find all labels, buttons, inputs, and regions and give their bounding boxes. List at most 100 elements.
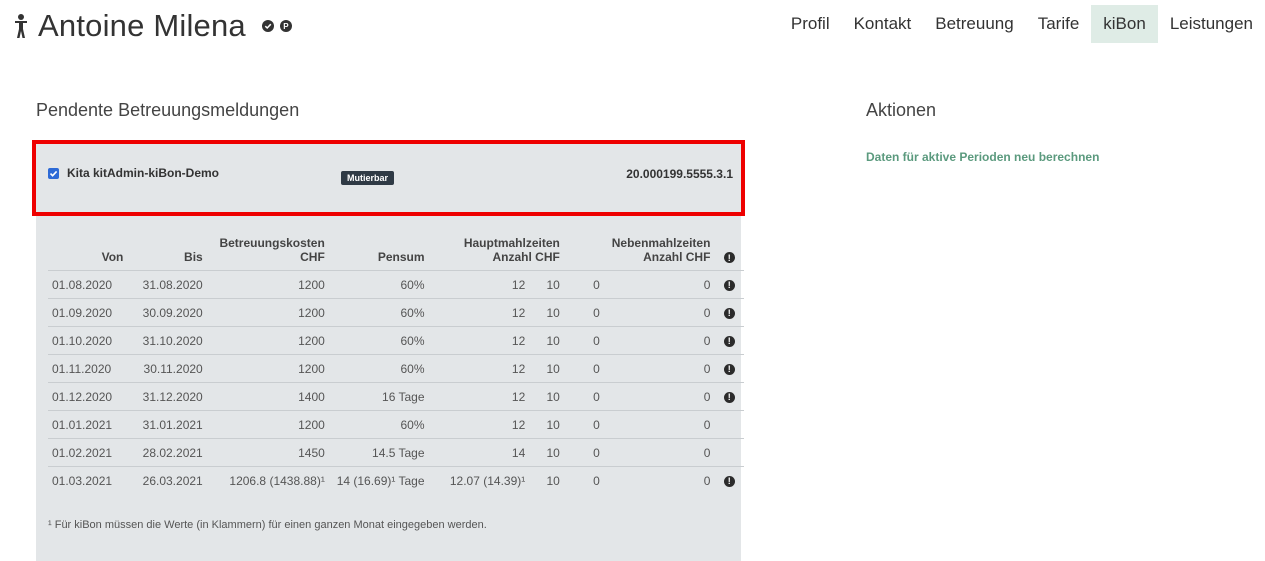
cell-von: 01.09.2020: [48, 298, 128, 327]
tab-profil[interactable]: Profil: [779, 5, 842, 43]
cell-von: 01.10.2020: [48, 326, 128, 355]
cell-von: 01.02.2021: [48, 438, 128, 467]
institution-checkbox[interactable]: [48, 167, 59, 179]
cell-bis: 31.10.2020: [127, 326, 207, 355]
main-nav: Profil Kontakt Betreuung Tarife kiBon Le…: [779, 5, 1265, 43]
check-circle-icon: [261, 20, 274, 32]
col-von: Von: [48, 236, 128, 271]
cell-pensum: 16 Tage: [328, 382, 429, 411]
table-row: 01.12.2020 31.12.2020 1400 16 Tage 12 10 0 0!: [48, 382, 744, 411]
cell-kosten: 1200: [206, 326, 329, 355]
cell-von: 01.11.2020: [48, 354, 128, 383]
cell-neben-anzahl: 0: [563, 438, 629, 467]
cell-bis: 26.03.2021: [127, 466, 207, 494]
cell-pensum: 60%: [328, 298, 429, 327]
info-icon[interactable]: !: [723, 391, 735, 403]
cell-neben-chf: 0: [628, 270, 715, 299]
cell-info: !: [714, 298, 744, 327]
info-icon[interactable]: !: [723, 475, 735, 487]
cell-bis: 30.09.2020: [127, 298, 207, 327]
table-row: 01.03.2021 26.03.2021 1206.8 (1438.88)¹ 14 …: [48, 466, 744, 494]
cell-kosten: 1400: [206, 382, 329, 411]
child-icon: [15, 14, 27, 38]
info-icon: !: [723, 252, 735, 264]
col-nebenmahlzeiten: Nebenmahlzeiten Anzahl CHF: [563, 236, 715, 271]
table-row: 01.02.2021 28.02.2021 1450 14.5 Tage 14 10 0 0: [48, 438, 744, 467]
cell-kosten: 1206.8 (1438.88)¹: [206, 466, 329, 494]
cell-bis: 31.01.2021: [127, 410, 207, 439]
cell-neben-anzahl: 0: [563, 298, 629, 327]
cell-haupt-chf: 10: [529, 354, 564, 383]
cell-haupt-anzahl: 12.07 (14.39)¹: [428, 466, 530, 494]
tab-tarife[interactable]: Tarife: [1026, 5, 1092, 43]
p-badge-icon: P: [279, 20, 292, 32]
cell-haupt-anzahl: 12: [428, 270, 530, 299]
cell-bis: 31.12.2020: [127, 382, 207, 411]
table-header-row: Von Bis Betreuungskosten CHF Pensum Haup…: [48, 236, 744, 271]
cell-neben-anzahl: 0: [563, 354, 629, 383]
cell-kosten: 1200: [206, 354, 329, 383]
col-kosten-unit: CHF: [300, 250, 325, 264]
cell-von: 01.03.2021: [48, 466, 128, 494]
tab-kontakt[interactable]: Kontakt: [842, 5, 924, 43]
cell-neben-anzahl: 0: [563, 382, 629, 411]
cell-pensum: 60%: [328, 270, 429, 299]
cell-bis: 31.08.2020: [127, 270, 207, 299]
cell-haupt-chf: 10: [529, 382, 564, 411]
col-haupt-label: Hauptmahlzeiten: [463, 236, 560, 250]
cell-kosten: 1200: [206, 270, 329, 299]
col-pensum: Pensum: [328, 236, 429, 271]
col-neben-unit: Anzahl CHF: [643, 250, 711, 264]
col-hauptmahlzeiten: Hauptmahlzeiten Anzahl CHF: [428, 236, 564, 271]
cell-von: 01.12.2020: [48, 382, 128, 411]
page-header: Antoine Milena P Profil Kontakt Betreuun…: [0, 0, 1265, 52]
cell-kosten: 1200: [206, 410, 329, 439]
info-icon[interactable]: !: [723, 363, 735, 375]
cell-kosten: 1450: [206, 438, 329, 467]
info-icon[interactable]: !: [723, 307, 735, 319]
status-badge: Mutierbar: [341, 171, 395, 185]
cell-neben-anzahl: 0: [563, 270, 629, 299]
actions-section-title: Aktionen: [866, 100, 937, 120]
cell-haupt-anzahl: 12: [428, 354, 530, 383]
cell-pensum: 14 (16.69)¹ Tage: [328, 466, 429, 494]
info-icon[interactable]: !: [723, 335, 735, 347]
cell-haupt-anzahl: 12: [428, 326, 530, 355]
tab-leistungen[interactable]: Leistungen: [1158, 5, 1265, 43]
col-haupt-unit: Anzahl CHF: [492, 250, 560, 264]
cell-neben-anzahl: 0: [563, 466, 629, 494]
tab-kibon[interactable]: kiBon: [1091, 5, 1158, 43]
cell-info: !: [714, 354, 744, 383]
col-neben-label: Nebenmahlzeiten: [611, 236, 711, 250]
cell-haupt-chf: 10: [529, 438, 564, 467]
cell-neben-chf: 0: [628, 298, 715, 327]
pending-section-title: Pendente Betreuungsmeldungen: [36, 100, 300, 120]
footnote: ¹ Für kiBon müssen die Werte (in Klammer…: [48, 519, 487, 531]
betreuung-table: Von Bis Betreuungskosten CHF Pensum Haup…: [48, 236, 744, 494]
cell-pensum: 14.5 Tage: [328, 438, 429, 467]
cell-haupt-anzahl: 12: [428, 298, 530, 327]
info-icon[interactable]: !: [723, 279, 735, 291]
cell-info: [714, 438, 744, 467]
cell-haupt-anzahl: 14: [428, 438, 530, 467]
cell-bis: 30.11.2020: [127, 354, 207, 383]
tab-betreuung[interactable]: Betreuung: [923, 5, 1025, 43]
table-row: 01.11.2020 30.11.2020 1200 60% 12 10 0 0!: [48, 354, 744, 383]
cell-info: [714, 410, 744, 439]
col-info: !: [714, 236, 744, 271]
reference-number: 20.000199.5555.3.1: [626, 167, 733, 181]
cell-haupt-anzahl: 12: [428, 382, 530, 411]
title-wrap: Antoine Milena P: [14, 8, 292, 44]
cell-info: !: [714, 326, 744, 355]
recalculate-periods-link[interactable]: Daten für aktive Perioden neu berechnen: [866, 150, 1099, 164]
page-title: Antoine Milena: [38, 8, 246, 43]
institution-row: Kita kitAdmin-kiBon-Demo: [48, 166, 219, 180]
cell-haupt-chf: 10: [529, 410, 564, 439]
cell-von: 01.01.2021: [48, 410, 128, 439]
table-body: 01.08.2020 31.08.2020 1200 60% 12 10 0 0! 01.09.…: [48, 270, 744, 494]
cell-haupt-chf: 10: [529, 298, 564, 327]
col-bis: Bis: [127, 236, 207, 271]
table-row: 01.10.2020 31.10.2020 1200 60% 12 10 0 0!: [48, 326, 744, 355]
cell-kosten: 1200: [206, 298, 329, 327]
cell-neben-chf: 0: [628, 382, 715, 411]
